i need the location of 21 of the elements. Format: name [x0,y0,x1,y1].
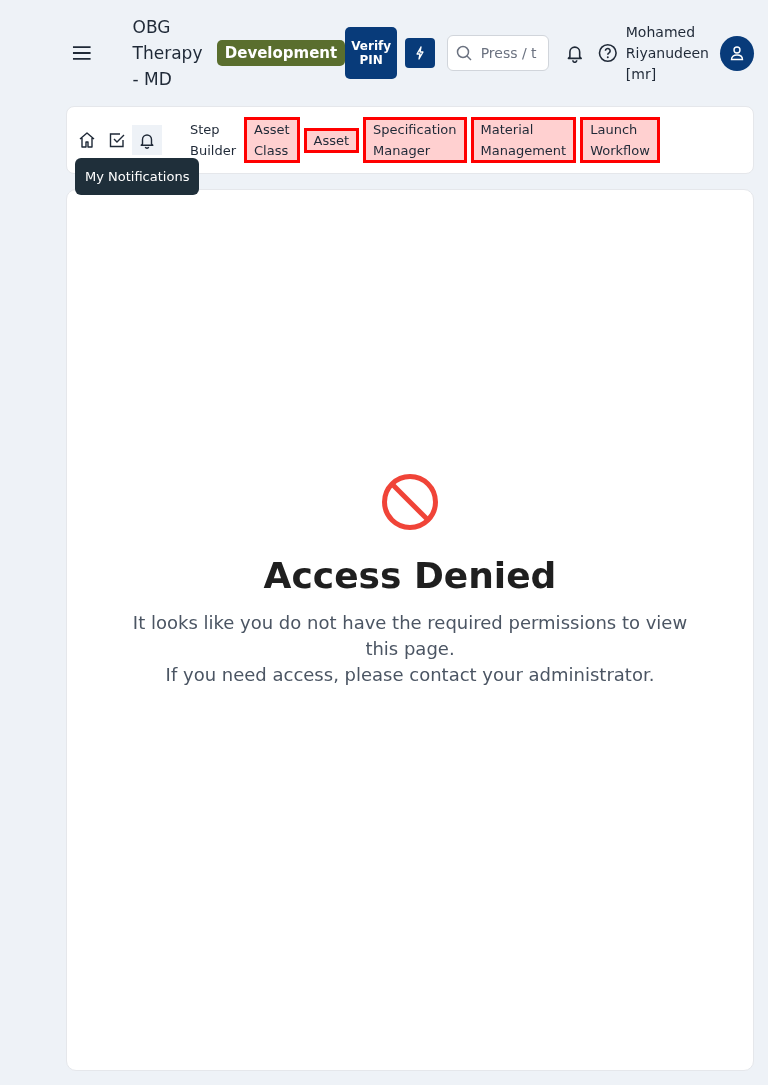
search-field[interactable]: Press / t [446,35,549,71]
error-message: If you need access, please contact your administrator. [165,662,655,687]
tooltip: My Notifications [75,158,200,195]
bell-icon[interactable] [132,125,162,155]
nav-tab[interactable]: Specification Manager [363,117,467,163]
error-title: Access Denied [263,554,557,596]
avatar-icon[interactable] [719,35,755,71]
nav-tab[interactable]: Asset [303,127,360,153]
environment-badge: Development [216,40,346,66]
menu-icon[interactable] [72,45,92,61]
help-icon[interactable] [598,43,618,63]
nav-tab[interactable]: Launch Workflow [580,117,660,163]
user-name: Mohamed Riyanudeen [mr] [625,22,710,84]
nav-tab[interactable]: Asset Class [244,117,300,163]
prohibited-icon [381,472,439,531]
lightning-button[interactable] [405,38,435,68]
nav-tab[interactable]: Material Management [470,117,577,163]
verify-pin-button[interactable]: Verify PIN [345,27,398,79]
app-title: OBG Therapy - MD [132,16,204,91]
error-message: It looks like you do not have the required permissions to view this page. [131,610,689,661]
lightning-icon [414,46,425,60]
